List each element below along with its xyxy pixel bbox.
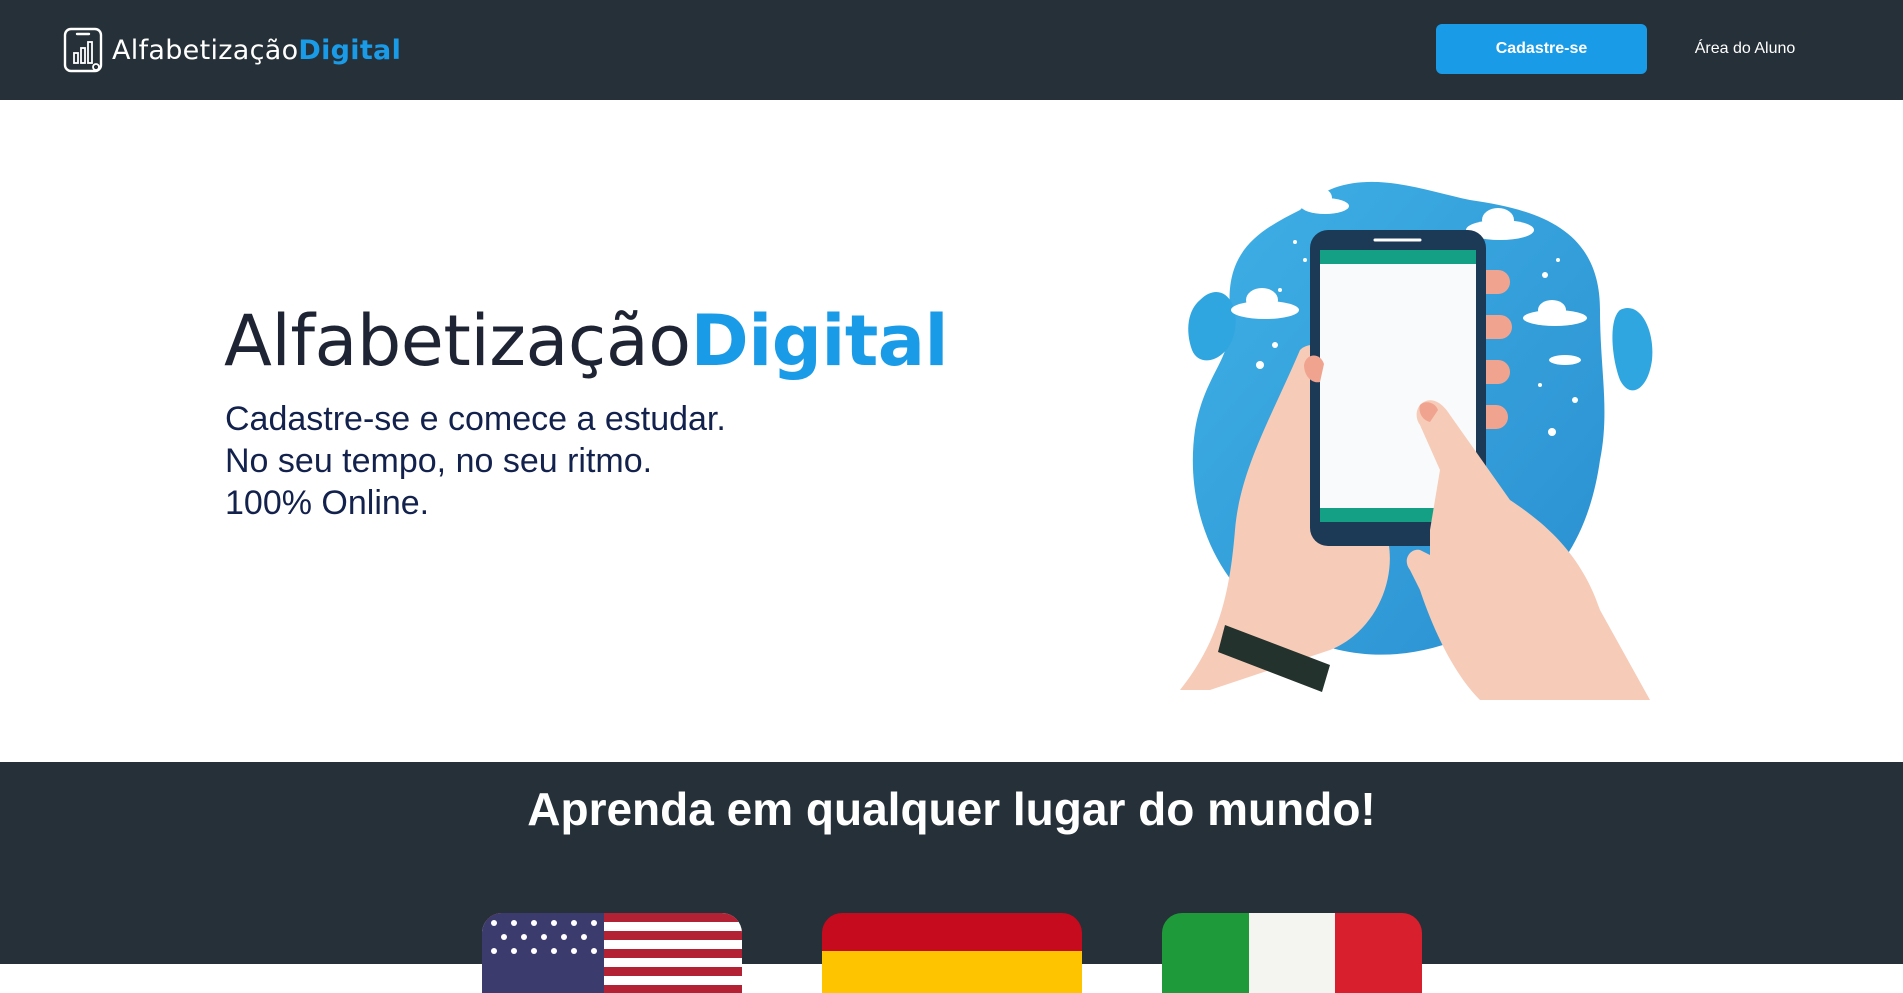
hero-line: No seu tempo, no seu ritmo. <box>225 442 653 480</box>
brand-name-part1: Alfabetização <box>112 34 299 66</box>
hero-subtitle: Cadastre-se e comece a estudar. No seu t… <box>225 398 726 524</box>
signup-button[interactable]: Cadastre-se <box>1436 24 1647 74</box>
usa-flag-icon[interactable] <box>482 913 742 993</box>
brand-logo-link[interactable]: AlfabetizaçãoDigital <box>62 27 401 73</box>
hero-title-part2: Digital <box>690 300 949 382</box>
languages-title: Aprenda em qualquer lugar do mundo! <box>527 783 1376 835</box>
brand-name: AlfabetizaçãoDigital <box>112 35 401 66</box>
navbar: AlfabetizaçãoDigital Cadastre-se Área do… <box>0 0 1903 100</box>
italy-flag-icon[interactable] <box>1162 913 1422 993</box>
hero-title: AlfabetizaçãoDigital <box>224 300 949 382</box>
hero-section: AlfabetizaçãoDigital Cadastre-se e comec… <box>0 100 1903 762</box>
italy-flag-graphic <box>1162 913 1422 993</box>
brand-name-part2: Digital <box>298 34 402 66</box>
hero-title-part1: Alfabetização <box>224 300 691 382</box>
spain-flag-icon[interactable] <box>822 913 1082 993</box>
spain-flag-graphic <box>822 913 1082 993</box>
hero-line: 100% Online. <box>225 484 430 522</box>
usa-flag-graphic <box>482 913 742 993</box>
hands-holding-smartphone-illustration <box>1180 181 1653 700</box>
student-area-link[interactable]: Área do Aluno <box>1680 24 1810 74</box>
hero-line: Cadastre-se e comece a estudar. <box>225 400 726 438</box>
phone-chart-icon <box>63 27 103 73</box>
